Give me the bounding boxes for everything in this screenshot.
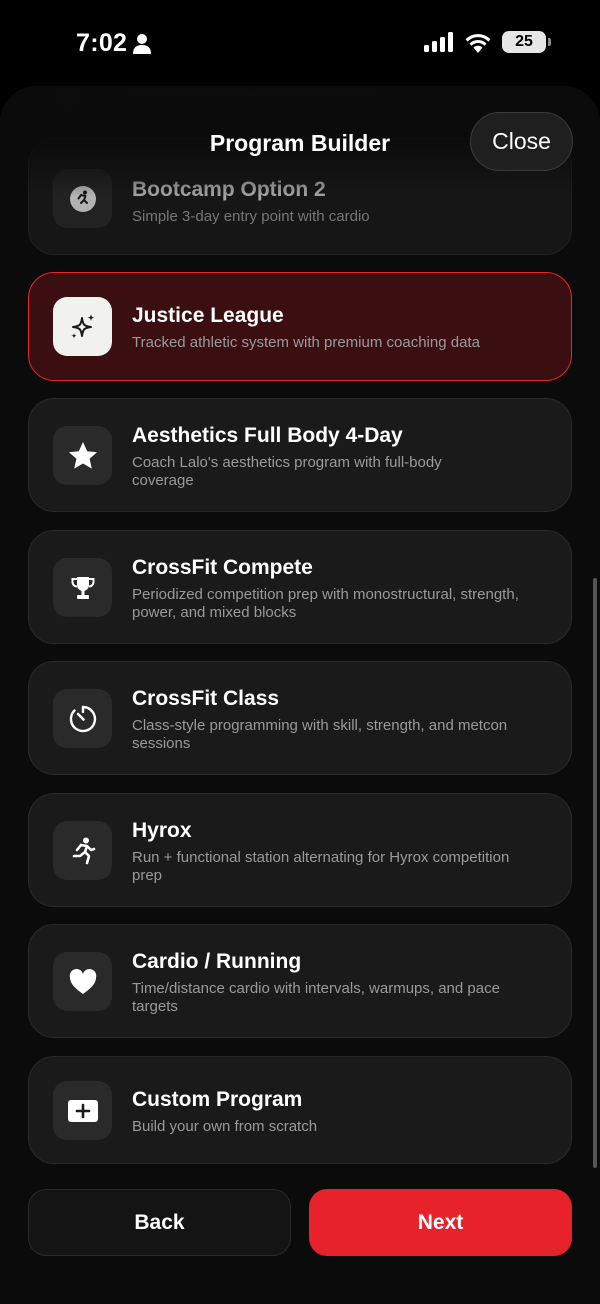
star-icon [68,441,97,469]
battery-level: 25 [515,33,533,50]
program-title: Cardio / Running [132,950,302,973]
running-icon [69,185,96,212]
program-icon-box [53,297,112,356]
program-description: Tracked athletic system with premium coa… [132,334,480,351]
program-icon-box [53,821,112,880]
program-icon-box [53,169,112,228]
program-builder-sheet: Bootcamp Option 2 Simple 3-day entry poi… [0,86,600,1304]
program-text: Cardio / Running Time/distance cardio wi… [132,949,522,1016]
program-description: Run + functional station alternating for… [132,849,510,884]
program-text: Hyrox Run + functional station alternati… [132,818,522,885]
wifi-icon [465,33,491,53]
program-title: CrossFit Class [132,687,280,710]
program-description: Time/distance cardio with intervals, war… [132,980,500,1015]
program-text: Bootcamp Option 2 Simple 3-day entry poi… [132,177,522,226]
program-description: Class-style programming with skill, stre… [132,717,508,752]
program-title: CrossFit Compete [132,556,313,579]
cellular-signal-icon [424,32,453,52]
trophy-icon [71,576,94,599]
program-card-custom-program[interactable]: Custom Program Build your own from scrat… [28,1056,572,1164]
close-button[interactable]: Close [470,112,573,171]
sparkles-icon [70,313,94,339]
person-icon [133,34,151,54]
program-text: CrossFit Class Class-style programming w… [132,686,522,753]
program-title: Bootcamp Option 2 [132,178,326,201]
timer-icon [69,705,96,732]
program-icon-box [53,689,112,748]
program-title: Aesthetics Full Body 4-Day [132,424,403,447]
program-text: CrossFit Compete Periodized competition … [132,555,522,622]
program-description: Periodized competition prep with monostr… [132,586,519,621]
back-button[interactable]: Back [28,1189,291,1256]
plus-box-icon [67,1099,98,1122]
program-description: Simple 3-day entry point with cardio [132,208,370,225]
program-card-aesthetics-full-body[interactable]: Aesthetics Full Body 4-Day Coach Lalo's … [28,398,572,512]
program-title: Justice League [132,304,284,327]
heart-icon [69,968,96,994]
program-icon-box [53,1081,112,1140]
program-text: Aesthetics Full Body 4-Day Coach Lalo's … [132,423,462,490]
program-description: Build your own from scratch [132,1118,318,1135]
program-description: Coach Lalo's aesthetics program with ful… [132,454,442,489]
program-title: Custom Program [132,1088,303,1111]
scrollbar[interactable] [593,578,597,1168]
status-bar: 7:02 25 [0,0,600,90]
program-card-crossfit-class[interactable]: CrossFit Class Class-style programming w… [28,661,572,775]
program-icon-box [53,558,112,617]
program-card-crossfit-compete[interactable]: CrossFit Compete Periodized competition … [28,530,572,644]
program-title: Hyrox [132,819,192,842]
scrolled-content-ghost [52,86,552,106]
program-text: Custom Program Build your own from scrat… [132,1087,522,1136]
program-icon-box [53,952,112,1011]
program-icon-box [53,426,112,485]
program-card-justice-league[interactable]: Justice League Tracked athletic system w… [28,272,572,381]
program-card-hyrox[interactable]: Hyrox Run + functional station alternati… [28,793,572,907]
program-text: Justice League Tracked athletic system w… [132,303,522,352]
program-card-cardio-running[interactable]: Cardio / Running Time/distance cardio wi… [28,924,572,1038]
runner-icon [72,837,95,864]
next-button[interactable]: Next [309,1189,572,1256]
status-time: 7:02 [76,29,128,57]
battery-indicator: 25 [502,31,551,53]
